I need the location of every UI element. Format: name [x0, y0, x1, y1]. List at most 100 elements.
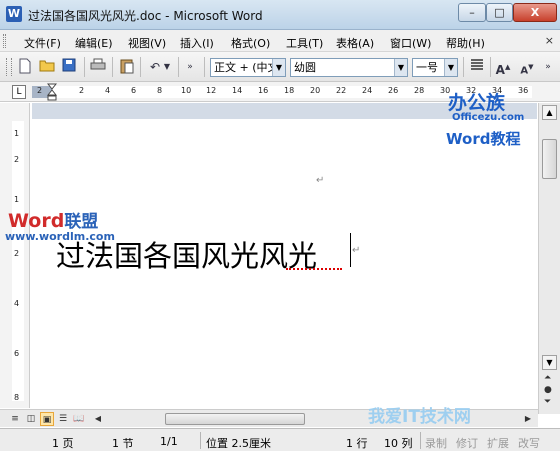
word-app-icon[interactable]: W	[6, 6, 22, 22]
select-browse-object-icon[interactable]: ●	[544, 385, 552, 395]
toolbar-options-icon[interactable]: »	[183, 58, 197, 76]
chevron-down-icon[interactable]: ▼	[444, 59, 457, 76]
title-bar: W 过法国各国风光风光.doc - Microsoft Word – □ X	[0, 0, 560, 30]
indent-marker-icon[interactable]	[47, 83, 57, 101]
font-combo-value: 幼圆	[294, 61, 316, 74]
menu-help[interactable]: 帮助(H)	[446, 35, 485, 51]
ruler-tick: 16	[258, 86, 269, 95]
minimize-button[interactable]: –	[458, 3, 486, 22]
shrink-font-label: A	[520, 65, 529, 77]
toolbar-separator	[204, 57, 205, 77]
ruler-tick: 8	[157, 86, 163, 95]
status-position: 位置 2.5厘米	[206, 437, 271, 450]
ruler-tick: 12	[206, 86, 217, 95]
menu-bar: 文件(F) 编辑(E) 视图(V) 插入(I) 格式(O) 工具(T) 表格(A…	[0, 30, 560, 52]
grow-font-label: A	[495, 63, 505, 77]
ruler-tick: 2	[79, 86, 85, 95]
reading-layout-view-icon[interactable]: 📖	[72, 412, 86, 426]
status-separator	[200, 432, 201, 449]
outline-view-icon[interactable]: ☰	[56, 412, 70, 426]
formatting-toolbar: ↶ ▼ » 正文 + (中文 ▼ 幼圆 ▼ 一号 ▼ A▲ A▼ »	[0, 52, 560, 82]
menu-window[interactable]: 窗口(W)	[390, 35, 431, 51]
scroll-down-icon[interactable]: ▼	[542, 355, 557, 370]
toolbar-separator	[178, 57, 179, 77]
scroll-left-icon[interactable]: ◀	[92, 413, 104, 425]
menubar-grip-icon[interactable]	[3, 34, 6, 48]
menu-file[interactable]: 文件(F)	[24, 35, 61, 51]
toolbar-separator	[490, 57, 491, 77]
vruler-tick: 1	[14, 195, 20, 204]
window-title: 过法国各国风光风光.doc - Microsoft Word	[28, 9, 263, 23]
ruler-tick: 26	[388, 86, 399, 95]
wordlm-watermark-url: www.wordlm.com	[5, 230, 115, 243]
ruler-tick: 6	[131, 86, 137, 95]
normal-view-icon[interactable]: ≡	[8, 412, 22, 426]
font-combo[interactable]: 幼圆 ▼	[290, 58, 408, 77]
toolbar-grip-icon[interactable]	[6, 58, 12, 76]
print-layout-view-icon[interactable]: ▣	[40, 412, 54, 426]
status-record[interactable]: 录制	[425, 435, 447, 451]
horizontal-scroll-thumb[interactable]	[165, 413, 305, 425]
open-folder-icon[interactable]	[38, 58, 56, 76]
menu-view[interactable]: 视图(V)	[128, 35, 166, 51]
text-cursor	[350, 233, 351, 267]
toolbar-separator	[140, 57, 141, 77]
menu-insert[interactable]: 插入(I)	[180, 35, 214, 51]
officezu-watermark-logo: 办公族	[448, 92, 506, 114]
font-size-combo[interactable]: 一号 ▼	[412, 58, 458, 77]
vruler-tick: 1	[14, 129, 20, 138]
vruler-tick: 4	[14, 299, 20, 308]
previous-page-icon[interactable]: ⏶	[544, 373, 551, 383]
status-overtype[interactable]: 改写	[518, 435, 540, 451]
save-icon[interactable]	[60, 58, 78, 76]
vruler-tick: 2	[14, 155, 20, 164]
scroll-right-icon[interactable]: ▶	[522, 413, 534, 425]
ruler-tick: 10	[181, 86, 192, 95]
officezu-watermark-url: Officezu.com	[452, 112, 525, 123]
menu-table[interactable]: 表格(A)	[336, 35, 374, 51]
chevron-down-icon[interactable]: ▼	[272, 59, 285, 76]
ruler-tick: 14	[232, 86, 243, 95]
ruler-tick: 2	[37, 86, 43, 95]
close-button[interactable]: X	[513, 3, 557, 22]
ruler-tick: 4	[105, 86, 111, 95]
vertical-ruler[interactable]: 1 2 1 2 4 6 8	[0, 103, 30, 408]
menu-tools[interactable]: 工具(T)	[286, 35, 323, 51]
align-justify-icon[interactable]	[468, 58, 486, 76]
toolbar-separator	[112, 57, 113, 77]
ruler-tick: 18	[284, 86, 295, 95]
scroll-up-icon[interactable]: ▲	[542, 105, 557, 120]
tab-selector[interactable]: L	[12, 85, 26, 99]
status-page-of: 1/1	[160, 435, 178, 448]
ruler-tick: 22	[336, 86, 347, 95]
next-page-icon[interactable]: ⏷	[544, 397, 551, 407]
status-extend[interactable]: 扩展	[487, 435, 509, 451]
chevron-down-icon[interactable]: ▼	[394, 59, 407, 76]
new-document-icon[interactable]	[16, 58, 34, 76]
paragraph-mark: ↵	[352, 245, 361, 256]
grow-font-button[interactable]: A▲	[494, 58, 512, 77]
menu-edit[interactable]: 编辑(E)	[75, 35, 113, 51]
document-page[interactable]: ↵ 过法国各国风光风光 ↵	[32, 119, 537, 409]
print-icon[interactable]	[89, 58, 107, 76]
status-revision[interactable]: 修订	[456, 435, 478, 451]
web-layout-view-icon[interactable]: ◫	[24, 412, 38, 426]
style-combo[interactable]: 正文 + (中文 ▼	[210, 58, 286, 77]
toolbar-separator	[84, 57, 85, 77]
officezu-watermark-subtitle: Word教程	[446, 130, 521, 148]
paste-icon[interactable]	[118, 58, 136, 76]
menu-format[interactable]: 格式(O)	[231, 35, 270, 51]
close-document-icon[interactable]: ×	[545, 34, 554, 47]
woaiit-watermark-logo: 我爱IT技术网	[368, 407, 471, 427]
shrink-font-button[interactable]: A▼	[518, 58, 536, 76]
toolbar-separator	[463, 57, 464, 77]
status-bar: 1 页 1 节 1/1 位置 2.5厘米 1 行 10 列 录制 修订 扩展 改…	[0, 428, 560, 451]
vertical-scroll-thumb[interactable]	[542, 139, 557, 179]
font-size-combo-value: 一号	[416, 61, 438, 74]
undo-dropdown-icon[interactable]: ▼	[162, 58, 172, 76]
status-section: 1 节	[112, 437, 134, 450]
vertical-scrollbar[interactable]: ▲ ▼ ⏶ ● ⏷	[538, 103, 560, 414]
status-separator	[420, 432, 421, 449]
toolbar-options-icon[interactable]: »	[542, 58, 554, 76]
maximize-button[interactable]: □	[486, 3, 513, 22]
